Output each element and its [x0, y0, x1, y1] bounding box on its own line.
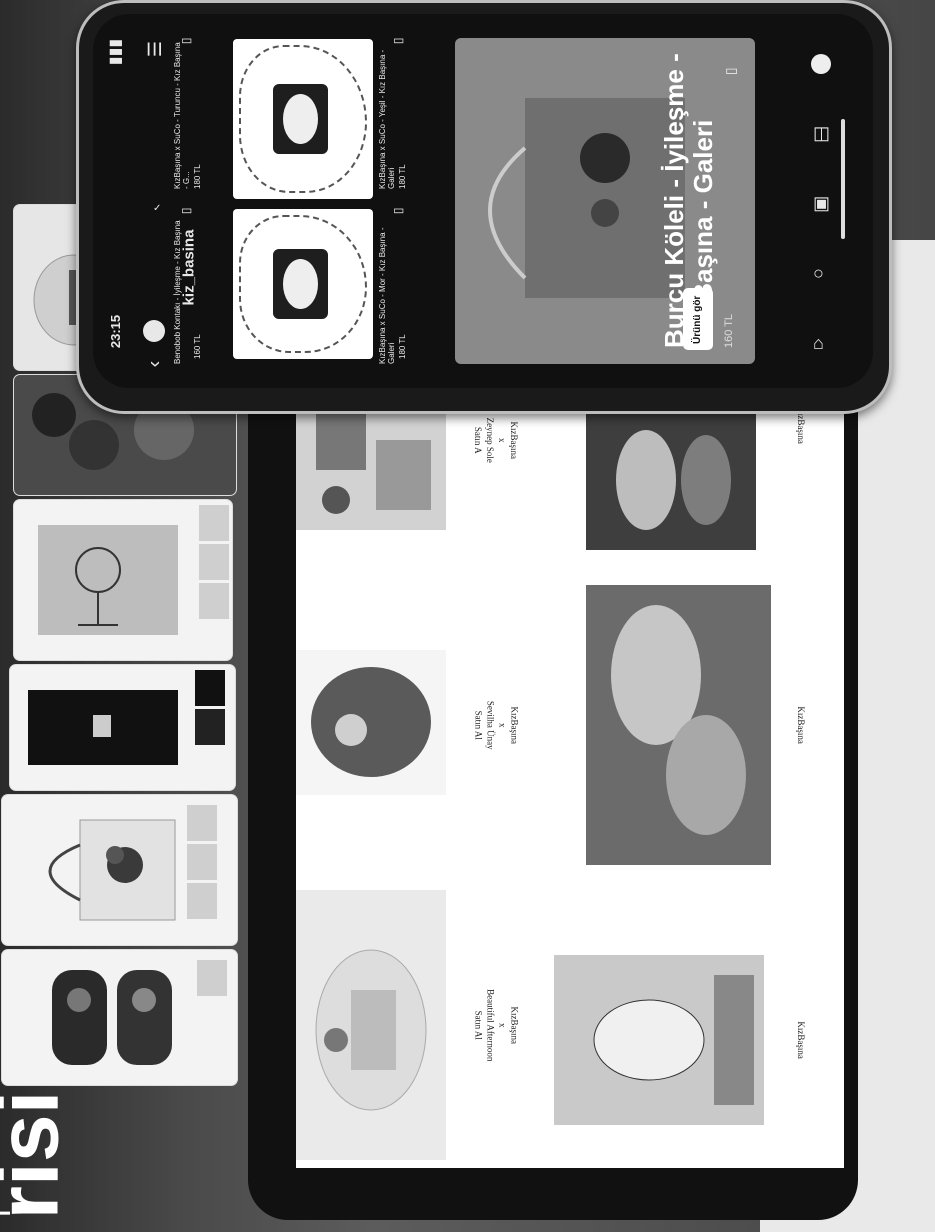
- grid-item-title[interactable]: KızBaşına x SuCo - Mor - Kız Başına - Ga…: [378, 214, 396, 365]
- thumbnail[interactable]: [199, 505, 229, 541]
- caption-brand: KızBaşına: [796, 1021, 807, 1059]
- home-icon[interactable]: ⌂: [813, 334, 824, 352]
- product-card-hoodie[interactable]: [10, 665, 235, 790]
- bookmark-icon[interactable]: ▭: [393, 204, 404, 216]
- home-indicator: [841, 119, 845, 239]
- thumbnail[interactable]: [195, 670, 225, 706]
- featured-price: 160 TL: [723, 313, 735, 348]
- buy-link[interactable]: Satın A: [472, 417, 484, 462]
- bookmark-icon[interactable]: ▭: [725, 63, 738, 77]
- product-image-painting[interactable]: [586, 585, 771, 865]
- background-subtitle: i: [0, 1200, 30, 1230]
- caption-brand: KızBaşına: [509, 1006, 520, 1044]
- signal-icon: ▮▮▮: [107, 38, 125, 66]
- grid-item-title[interactable]: KızBaşına x SuCo - Yeşil - Kız Başına - …: [378, 39, 396, 189]
- grid-product-purple[interactable]: [233, 209, 373, 359]
- thumbnail[interactable]: [199, 544, 229, 580]
- product-image-teddy[interactable]: [296, 650, 446, 795]
- reels-icon[interactable]: ▣: [813, 194, 830, 212]
- caption-sep: x: [497, 437, 508, 443]
- thumbnail-strip: [197, 960, 227, 996]
- product-card-figurine[interactable]: [2, 950, 237, 1085]
- verified-icon: ✓: [153, 203, 162, 214]
- grid-item-price: 180 TL: [398, 164, 407, 189]
- caption-brand: KızBaşına: [796, 706, 807, 744]
- bookmark-icon[interactable]: ▭: [393, 34, 404, 46]
- caption-brand: KızBaşına: [509, 706, 520, 744]
- shop-icon[interactable]: ◫: [813, 124, 830, 142]
- avatar[interactable]: [143, 320, 165, 342]
- product-caption: KızBaşına: [766, 1000, 836, 1080]
- buy-link[interactable]: Satın Al: [472, 701, 484, 750]
- back-arrow-icon[interactable]: ‹: [143, 361, 165, 368]
- product-image-figures[interactable]: [586, 410, 756, 550]
- thumbnail[interactable]: [199, 583, 229, 619]
- tote-image: [10, 805, 180, 935]
- grid-item-price: 180 TL: [398, 334, 407, 359]
- status-time: 23:15: [108, 314, 124, 349]
- product-image-portrait[interactable]: [554, 955, 764, 1125]
- buy-link[interactable]: Satın Al: [472, 989, 484, 1061]
- figurine-image: [32, 960, 182, 1078]
- grid-product-orange[interactable]: [233, 39, 373, 199]
- product-caption: KızBaşına: [766, 685, 836, 765]
- bookmark-icon[interactable]: ▭: [181, 204, 192, 216]
- caption-name: Sevilha Ünay: [485, 700, 495, 750]
- thumbnail[interactable]: [187, 883, 217, 919]
- profile-icon[interactable]: [811, 54, 831, 74]
- grid-item-price: 180 TL: [193, 164, 202, 189]
- grid-item-price: 160 TL: [193, 334, 202, 359]
- caption-sep: x: [497, 722, 508, 728]
- tablet-screen: KızBaşına x Beautiful Afternoon Satın Al…: [296, 400, 844, 1168]
- product-card-notebook[interactable]: [14, 500, 232, 660]
- thumbnail[interactable]: [187, 844, 217, 880]
- thumbnail[interactable]: [197, 960, 227, 996]
- menu-icon[interactable]: ☰: [145, 41, 165, 57]
- view-product-button[interactable]: Ürünü gör: [683, 288, 713, 350]
- search-icon[interactable]: ○: [813, 264, 824, 282]
- phone-screen: 23:15 ▮▮▮ ‹ kiz_basina ✓ ☰ Benobob Konta…: [93, 14, 873, 388]
- thumbnail[interactable]: [195, 709, 225, 745]
- caption-sep: x: [497, 1022, 508, 1028]
- product-image-teacup[interactable]: [296, 890, 446, 1160]
- featured-product[interactable]: Burcu Köleli - İyileşme - Kız Başına - G…: [455, 38, 755, 364]
- notebook-image: [28, 515, 193, 645]
- caption-name: Zeynep Sole: [485, 417, 495, 463]
- thumbnail-strip: [199, 505, 229, 619]
- hoodie-image: [18, 670, 188, 785]
- product-image-collage[interactable]: [296, 400, 446, 530]
- thumbnail-strip: [195, 670, 225, 745]
- caption-brand: KızBaşına: [509, 421, 520, 459]
- grid-item-title[interactable]: KızBaşına x SuCo - Turuncu - Kız Başına …: [173, 39, 191, 189]
- product-card-tote[interactable]: [2, 795, 237, 945]
- grid-item-title[interactable]: Benobob Kontakı - İyileşme - Kız Başına: [173, 214, 182, 364]
- bookmark-icon[interactable]: ▭: [181, 34, 192, 46]
- product-caption: KızBaşına x Beautiful Afternoon Satın Al: [446, 960, 546, 1090]
- product-caption: KızBaşına x Sevilha Ünay Satın Al: [446, 670, 546, 780]
- username[interactable]: kiz_basina: [180, 230, 197, 306]
- thumbnail[interactable]: [187, 805, 217, 841]
- thumbnail-strip: [187, 805, 217, 919]
- caption-name: Beautiful Afternoon: [484, 988, 495, 1062]
